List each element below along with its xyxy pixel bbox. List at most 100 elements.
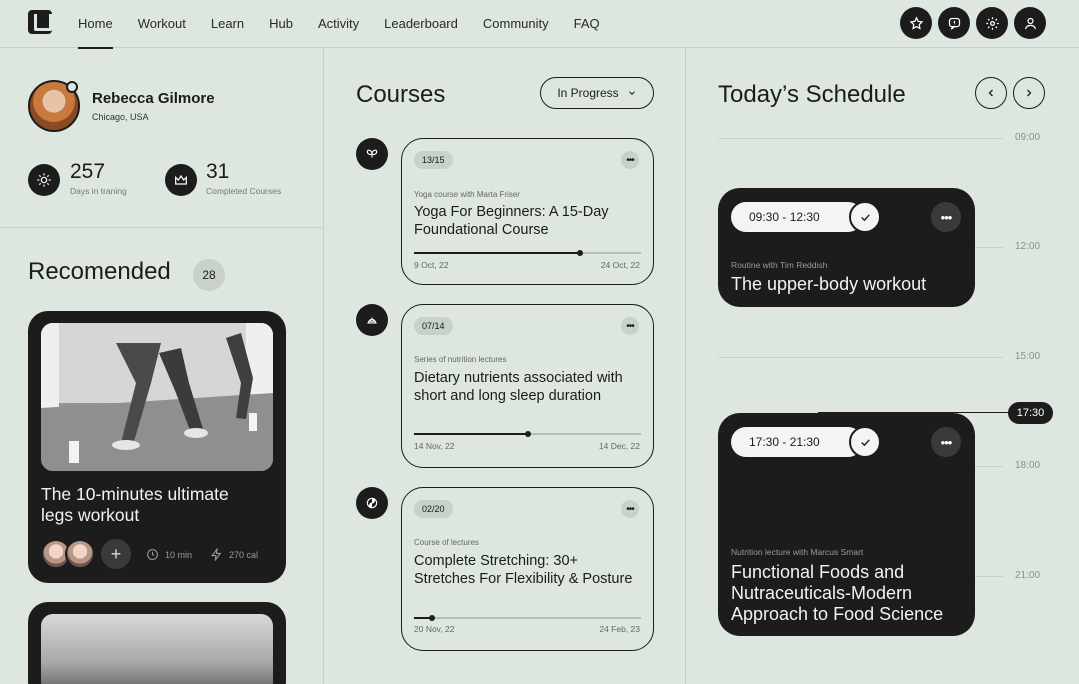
nav-item-learn[interactable]: Learn — [211, 16, 244, 31]
event-time: 17:30 - 21:30 — [731, 427, 863, 457]
event-more-button[interactable]: ••• — [931, 427, 961, 457]
courses-filter-dropdown[interactable]: In Progress — [540, 77, 654, 109]
event-subtitle: Routine with Tim Reddish — [731, 260, 828, 270]
workout-photo — [41, 614, 273, 684]
section-divider — [0, 227, 323, 228]
recommended-card[interactable] — [28, 602, 286, 684]
add-participant-button[interactable]: + — [101, 539, 131, 569]
gear-icon — [985, 16, 999, 30]
lightning-icon — [211, 548, 222, 561]
course-progress-badge: 13/15 — [414, 151, 453, 169]
event-complete-button[interactable] — [849, 201, 881, 233]
days-in-training-value: 257 — [70, 160, 106, 183]
course-progress-bar — [414, 250, 641, 256]
hour-label: 21:00 — [1015, 570, 1041, 581]
courses-filter-value: In Progress — [557, 86, 619, 100]
course-progress-bar — [414, 615, 641, 621]
chevron-left-icon — [988, 89, 993, 97]
duration-meta: 10 min — [146, 548, 192, 561]
profile-name: Rebecca Gilmore — [92, 90, 215, 107]
course-progress-bar — [414, 431, 641, 437]
top-navbar: Home Workout Learn Hub Activity Leaderbo… — [0, 0, 1079, 49]
recommended-card-title: The 10-minutes ultimate legs workout — [41, 484, 229, 525]
chevron-down-icon — [628, 91, 635, 95]
courses-title: Courses — [356, 81, 446, 108]
calories-meta: 270 cal — [210, 548, 258, 561]
course-name: Yoga For Beginners: A 15-Day Foundationa… — [414, 204, 609, 238]
messages-button[interactable] — [938, 7, 970, 39]
course-end-date: 24 Feb, 23 — [599, 624, 640, 634]
workout-photo — [41, 323, 273, 471]
event-complete-button[interactable] — [849, 426, 881, 458]
course-start-date: 14 Nov, 22 — [414, 441, 455, 451]
course-subtitle: Series of nutrition lectures — [414, 355, 507, 364]
event-time: 09:30 - 12:30 — [731, 202, 863, 232]
course-subtitle: Yoga course with Marta Friser — [414, 190, 520, 199]
settings-button[interactable] — [976, 7, 1008, 39]
event-more-button[interactable]: ••• — [931, 202, 961, 232]
nav-item-home[interactable]: Home — [78, 16, 113, 49]
star-icon — [909, 15, 923, 30]
course-card[interactable]: 02/20 ••• Course of lectures Complete St… — [401, 487, 654, 651]
main-nav: Home Workout Learn Hub Activity Leaderbo… — [78, 16, 625, 49]
schedule-prev-button[interactable] — [975, 77, 1007, 109]
logo-icon[interactable] — [28, 10, 52, 34]
nav-item-activity[interactable]: Activity — [318, 16, 359, 31]
course-more-button[interactable]: ••• — [621, 317, 639, 335]
recommended-title: Recomended — [28, 258, 171, 285]
course-progress-fill — [414, 433, 528, 435]
nav-item-hub[interactable]: Hub — [269, 16, 293, 31]
event-subtitle: Nutrition lecture with Marcus Smart — [731, 547, 864, 557]
nav-item-leaderboard[interactable]: Leaderboard — [384, 16, 458, 31]
course-name: Complete Stretching: 30+ Stretches For F… — [414, 553, 633, 587]
user-icon — [1024, 17, 1036, 29]
completed-courses-label: Completed Courses — [206, 186, 282, 196]
course-progress-handle — [576, 250, 583, 256]
food-dome-icon — [356, 304, 388, 336]
course-card[interactable]: 07/14 ••• Series of nutrition lectures D… — [401, 304, 654, 468]
participants-avatars: + — [41, 539, 131, 569]
schedule-event-card[interactable]: 09:30 - 12:30 ••• Routine with Tim Reddi… — [718, 188, 975, 307]
course-start-date: 9 Oct, 22 — [414, 260, 449, 270]
course-progress-handle — [524, 431, 531, 437]
nav-item-faq[interactable]: FAQ — [574, 16, 600, 31]
butterfly-icon — [356, 138, 388, 170]
profile-location: Chicago, USA — [92, 112, 149, 122]
hour-line — [718, 357, 1003, 358]
schedule-event-card[interactable]: 17:30 - 21:30 ••• Nutrition lecture with… — [718, 413, 975, 636]
sun-icon — [28, 164, 60, 196]
yinyang-icon — [356, 487, 388, 519]
course-more-button[interactable]: ••• — [621, 151, 639, 169]
profile-button[interactable] — [1014, 7, 1046, 39]
chevron-right-icon — [1027, 89, 1032, 97]
recommended-card[interactable]: The 10-minutes ultimate legs workout + 1… — [28, 311, 286, 583]
hour-label: 12:00 — [1015, 241, 1041, 252]
check-icon — [860, 213, 870, 221]
calories-text: 270 cal — [229, 549, 259, 560]
favorites-button[interactable] — [900, 7, 932, 39]
completed-courses-value: 31 — [206, 160, 230, 183]
course-subtitle: Course of lectures — [414, 538, 479, 547]
column-divider — [323, 48, 324, 684]
header-actions — [900, 7, 1046, 39]
column-divider — [685, 48, 686, 684]
course-name: Dietary nutrients associated with short … — [414, 370, 623, 404]
event-name: Functional Foods and Nutraceuticals-Mode… — [731, 562, 944, 624]
course-end-date: 24 Oct, 22 — [600, 260, 640, 270]
nav-item-workout[interactable]: Workout — [138, 16, 186, 31]
course-card[interactable]: 13/15 ••• Yoga course with Marta Friser … — [401, 138, 654, 285]
schedule-title: Today’s Schedule — [718, 81, 906, 108]
course-progress-badge: 02/20 — [414, 500, 453, 518]
chat-icon — [948, 17, 960, 30]
schedule-next-button[interactable] — [1013, 77, 1045, 109]
event-name: The upper-body workout — [731, 274, 927, 294]
recommended-count-badge: 28 — [193, 259, 225, 291]
nav-item-community[interactable]: Community — [483, 16, 549, 31]
hour-label: 09:00 — [1015, 132, 1041, 143]
course-start-date: 20 Nov, 22 — [414, 624, 455, 634]
course-end-date: 14 Dec, 22 — [598, 441, 640, 451]
course-more-button[interactable]: ••• — [621, 500, 639, 518]
clock-icon — [147, 549, 158, 560]
online-status-dot — [66, 81, 78, 93]
course-progress-handle — [429, 615, 436, 621]
